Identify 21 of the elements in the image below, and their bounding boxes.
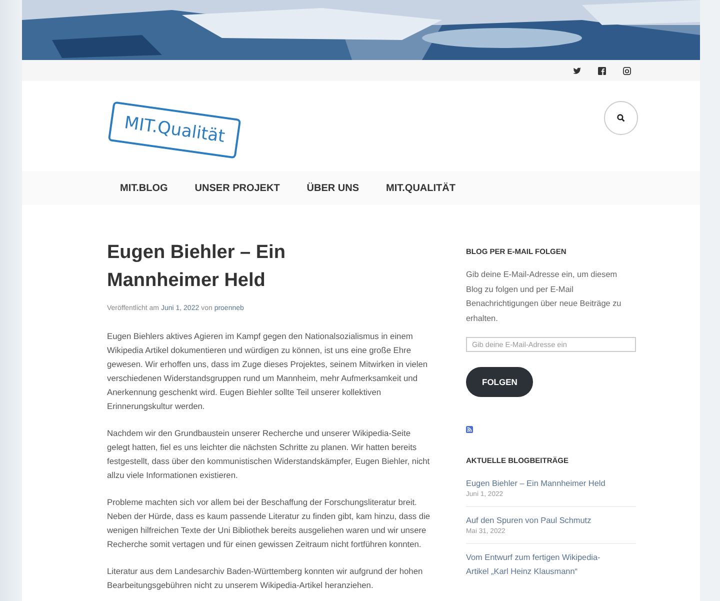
facebook-icon[interactable] xyxy=(598,66,606,74)
instagram-icon[interactable] xyxy=(623,66,631,74)
nav-link[interactable]: ÜBER UNS xyxy=(306,182,360,194)
paragraph: Probleme machten sich vor allem bei der Beschaffung der Forschungsliteratur breit. Neben der Hürde, dass es kaum passende Literatur zu finden gibt, kam hinzu, dass die wenigen hilfreichen Texte der Uni Bibliothek bereits ausgeliehen waren und wir unsere Recherche somit vertagen und für einen gewissen Zeitraum nicht fortführen konnten. xyxy=(107,496,432,551)
nav-link[interactable]: MIT.QUALITÄT xyxy=(386,182,456,194)
paragraph: Nachdem wir den Grundbaustein unserer Recherche und unserer Wikipedia-Seite gelegt hatten, fiel es uns leichter die nächsten Schritte zu planen. Wir hatten bereits festgestellt, dass über den kommunistischen Widerstandskämpfer, Eugen Biehler, nicht allzu viele Informationen existieren. xyxy=(107,427,431,482)
search-icon xyxy=(617,114,625,122)
nav-link[interactable]: UNSER PROJEKT xyxy=(194,182,280,194)
logo[interactable]: MIT.Qualität xyxy=(108,101,242,159)
paragraph: Eugen Biehlers aktives Agieren im Kampf gegen den Nationalsozialismus in einem Wikipedia Artikel dokumentieren und würdigen zu können, ist uns eine große Ehre gewesen. Wir erhoffen uns, dass im Zuge dieses Projektes, seinem Mitwirken in vielen verschiedenen Widerstandsgruppen rund um Mannheim, mehr Aufmerksamkeit und Anerkennung geschenkt wird. Eugen Biehler sollte Teil unserer kollektiven Erinnerungskultur werden. xyxy=(107,330,429,413)
widget-text: Gib deine E-Mail-Adresse ein, um diesem Blog zu folgen und per E-Mail Benachrichtigungen über neue Beiträge zu erhalten. xyxy=(466,269,622,324)
paragraph: Literatur aus dem Landesarchiv Baden-Württemberg konnten wir aufgrund der hohen Bearbeitungsgebühren nicht zu unserem Wikipedia-Artikel heranziehen. xyxy=(107,565,424,592)
recent-post-link[interactable]: Vom Entwurf zum fertigen Wikipedia-Artikel „Karl Heinz Klausmann“ xyxy=(466,551,616,579)
recent-post-link[interactable]: Auf den Spuren von Paul Schmutz xyxy=(466,514,616,528)
twitter-icon[interactable] xyxy=(573,66,581,74)
recent-post-link[interactable]: Eugen Biehler – Ein Mannheimer Held xyxy=(466,477,616,491)
follow-button[interactable]: FOLGEN xyxy=(466,367,534,397)
post-title: Eugen Biehler – Ein Mannheimer Held xyxy=(107,241,286,293)
search-button[interactable] xyxy=(604,101,638,135)
nav-link[interactable]: MIT.BLOG xyxy=(120,182,168,194)
rss-icon[interactable] xyxy=(466,426,473,433)
